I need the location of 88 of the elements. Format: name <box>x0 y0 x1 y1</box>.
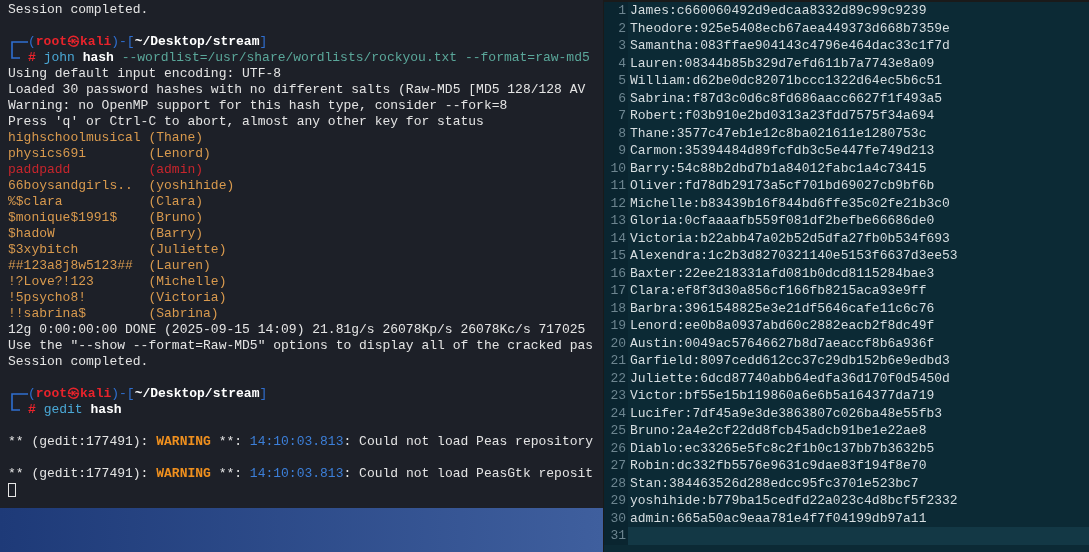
output-line: 12g 0:00:00:00 DONE (2025-09-15 14:09) 21.81g/s 26078Kp/s 26078Kc/s 717025 <box>8 322 586 337</box>
editor-text-line: Garfield:8097cedd612cc37c29db152b6e9edbd3 <box>629 352 950 370</box>
cracked-password-line: %$clara (Clara) <box>8 194 204 209</box>
command-line: # john hash --wordlist=/usr/share/wordlists/rockyou.txt --format=raw-md5 <box>28 50 590 66</box>
line-number: 28 <box>610 475 626 491</box>
output-line: Loaded 30 password hashes with no different salts (Raw-MD5 [MD5 128/128 AV <box>8 82 586 97</box>
output-line: Using default input encoding: UTF-8 <box>8 66 282 81</box>
editor-text-line: James:c660060492d9edcaa8332d89c99c9239 <box>629 2 927 20</box>
editor-text-line: Victor:bf55e15b119860a6e6b5a164377da719 <box>629 387 935 405</box>
cursor-icon <box>8 483 16 497</box>
cracked-password-line: physics69i (Lenord) <box>8 146 211 161</box>
editor-text-line: Clara:ef8f3d30a856cf166fb8215aca93e9ff <box>629 282 927 300</box>
line-number: 14 <box>610 230 626 246</box>
cracked-password-line: !5psycho8! (Victoria) <box>8 290 227 305</box>
editor-text-line: Lenord:ee0b8a0937abd60c2882eacb2f8dc49f <box>629 317 935 335</box>
line-number: 22 <box>610 370 626 386</box>
editor-text-line: Juliette:6dcd87740abb64edfa36d170f0d5450d <box>629 369 950 387</box>
editor-text-line: Lauren:08344b85b329d7efd611b7a7743e8a09 <box>629 54 935 72</box>
cracked-password-line: 66boysandgirls.. (yoshihide) <box>8 178 235 193</box>
warning-line: ** (gedit:177491): WARNING **: 14:10:03.813: Could not load PeasGtk reposit <box>8 466 594 481</box>
line-number: 13 <box>610 213 626 228</box>
warning-line: ** (gedit:177491): WARNING **: 14:10:03.813: Could not load Peas repository <box>8 434 594 449</box>
cracked-password-line: ##123a8j8w5123## (Lauren) <box>8 258 211 273</box>
line-number: 15 <box>610 248 626 263</box>
line-number: 3 <box>618 38 626 53</box>
editor-text-line: Barry:54c88b2dbd7b1a84012fabc1a4c73415 <box>629 159 927 177</box>
editor-text-line: Stan:384463526d288edcc95fc3701e523bc7 <box>629 474 919 492</box>
prompt-line: (root㉿kali)-[~/Desktop/stream] <box>28 34 268 50</box>
line-number: 17 <box>610 283 626 298</box>
line-number: 26 <box>610 440 626 456</box>
output-line: Press 'q' or Ctrl-C to abort, almost any other key for status <box>8 114 484 129</box>
cracked-password-line: !?Love?!123 (Michelle) <box>8 274 227 289</box>
cracked-password-line: $monique$1991$ (Bruno) <box>8 210 204 225</box>
line-number: 30 <box>610 510 626 526</box>
line-number: 9 <box>618 143 626 158</box>
cracked-password-line: paddpadd (admin) <box>8 162 204 177</box>
line-number: 25 <box>610 423 626 438</box>
line-number: 8 <box>618 125 626 141</box>
editor-text-line: admin:665a50ac9eaa781e4f7f04199db97a11 <box>629 509 927 527</box>
line-number: 19 <box>610 318 626 333</box>
output-line: Use the "--show --format=Raw-MD5" options to display all of the cracked pas <box>8 338 594 353</box>
line-number: 7 <box>618 108 626 123</box>
line-number: 4 <box>618 55 626 71</box>
editor-text-line: Bruno:2a4e2cf22dd8fcb45adcb91be1e22ae8 <box>629 422 927 440</box>
editor-text-line: Alexendra:1c2b3d8270321140e5153f6637d3ee53 <box>629 247 958 265</box>
line-number: 10 <box>610 160 626 176</box>
line-number: 31 <box>610 528 626 543</box>
editor-text-line: William:d62be0dc82071bccc1322d64ec5b6c51 <box>629 72 943 90</box>
editor-text-line: Lucifer:7df45a9e3de3863807c026ba48e55fb3 <box>629 404 943 422</box>
editor-text-line: Michelle:b83439b16f844bd6ffe35c02fe21b3c0 <box>629 194 950 212</box>
editor-text-line: Samantha:083ffae904143c4796e464dac33c1f7d <box>629 37 950 55</box>
editor-text-line: Sabrina:f87d3c0d6c8fd686aacc6627f1f493a5 <box>629 89 943 107</box>
line-number: 20 <box>610 335 626 351</box>
editor-text-line: Victoria:b22abb47a02b52d5dfa27fb0b534f693 <box>629 229 950 247</box>
line-number: 2 <box>618 20 626 36</box>
cracked-password-line: $3xybitch (Juliette) <box>8 242 227 257</box>
editor-text-line: Austin:0049ac57646627b8d7aeaccf8b6a936f <box>629 334 935 352</box>
editor-text-line: Robin:dc332fb5576e9631c9dae83f194f8e70 <box>629 457 927 475</box>
editor-text-line: Gloria:0cfaaaafb559f081df2befbe66686de0 <box>629 212 935 230</box>
line-number: 27 <box>610 458 626 473</box>
line-number: 21 <box>610 353 626 368</box>
editor-text-line: Theodore:925e5408ecb67aea449373d668b7359e <box>629 19 950 37</box>
editor-text-line: Baxter:22ee218331afd081b0dcd8115284bae3 <box>629 264 935 282</box>
output-line: Session completed. <box>8 354 149 369</box>
editor-text-line: Barbra:3961548825e3e21df5646cafe11c6c76 <box>629 299 935 317</box>
line-number: 12 <box>610 195 626 211</box>
line-number: 18 <box>610 300 626 316</box>
cracked-password-line: $hadoW (Barry) <box>8 226 204 241</box>
line-number: 24 <box>610 405 626 421</box>
line-number: 5 <box>618 73 626 88</box>
editor-text-line: Carmon:35394484d89fcfdb3c5e447fe749d213 <box>629 142 935 160</box>
prompt-line: (root㉿kali)-[~/Desktop/stream] <box>28 386 268 402</box>
line-number: 16 <box>610 265 626 281</box>
line-number: 6 <box>618 90 626 106</box>
editor-text-line: Robert:f03b910e2bd0313a23fdd7575f34a694 <box>629 107 935 125</box>
command-line: # gedit hash <box>28 402 122 418</box>
cracked-password-line: !!sabrina$ (Sabrina) <box>8 306 219 321</box>
editor-text-line: Oliver:fd78db29173a5cf701bd69027cb9bf6b <box>629 177 935 195</box>
line-number: 1 <box>618 3 626 18</box>
line-number: 11 <box>610 178 626 193</box>
line-number: 29 <box>610 493 626 508</box>
editor-text-line: Diablo:ec33265e5fc8c2f1b0c137bb7b3632b5 <box>629 439 935 457</box>
editor-text-line: Thane:3577c47eb1e12c8ba021611e1280753c <box>629 124 927 142</box>
cracked-password-line: highschoolmusical (Thane) <box>8 130 204 145</box>
line-number: 23 <box>610 388 626 403</box>
output-line: Session completed. <box>8 2 149 17</box>
editor-text-line: yoshihide:b779ba15cedfd22a023c4d8bcf5f2332 <box>629 492 958 510</box>
output-line: Warning: no OpenMP support for this hash type, consider --fork=8 <box>8 98 508 113</box>
